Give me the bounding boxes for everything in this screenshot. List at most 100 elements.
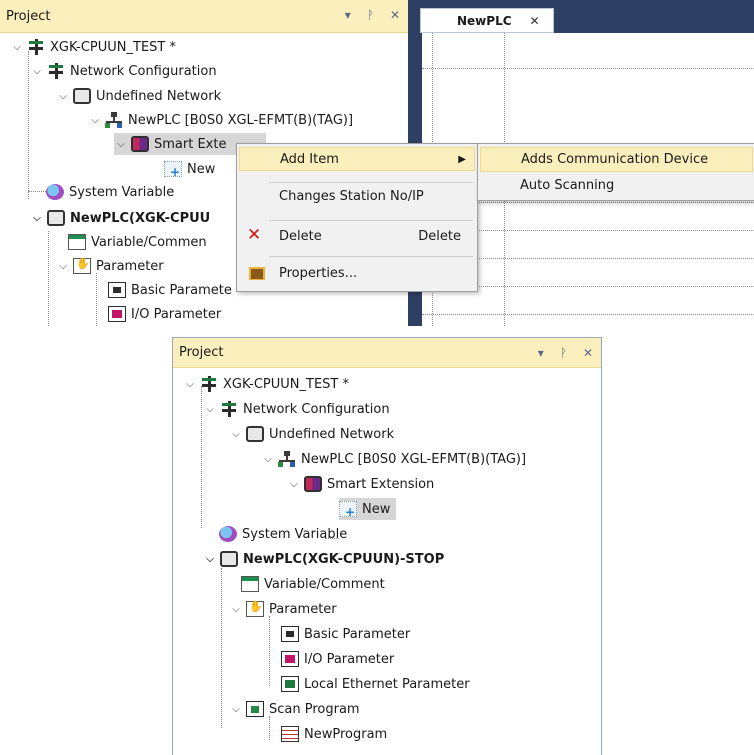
tree-item[interactable]: ⌵ NewPLC(XGK-CPUUN)-STOP xyxy=(203,548,444,570)
tree-item[interactable]: ⌵ XGK-CPUUN_TEST * xyxy=(183,373,349,395)
tree-item[interactable]: ⌵ Smart Extension xyxy=(287,473,434,495)
menu-item-auto-scanning[interactable]: Auto Scanning xyxy=(480,173,753,198)
panel-dropdown-icon[interactable]: ▾ xyxy=(538,346,544,360)
variable-icon xyxy=(241,576,259,592)
menu-item-add-item[interactable]: Add Item ▶ xyxy=(239,147,475,171)
tree-item[interactable]: Local Ethernet Parameter xyxy=(281,673,470,695)
tree-item[interactable]: ⌵ Undefined Network xyxy=(229,423,394,445)
chevron-down-icon[interactable]: ⌵ xyxy=(114,139,128,150)
tree-item-label: NewPLC [B0S0 XGL-EFMT(B)(TAG)] xyxy=(301,451,527,467)
tree-item[interactable]: ⌵ Network Configuration xyxy=(203,398,390,420)
tree-item[interactable]: ⌵ NewPLC [B0S0 XGL-EFMT(B)(TAG)] xyxy=(261,448,526,470)
network-icon xyxy=(47,63,65,79)
tree-item[interactable]: ⌵ Parameter xyxy=(56,255,164,277)
plc-icon xyxy=(47,210,65,226)
chevron-down-icon[interactable]: ⌵ xyxy=(203,404,217,415)
program-icon xyxy=(281,726,299,742)
panel-title: Project xyxy=(6,8,51,24)
new-item-icon xyxy=(164,161,182,179)
parameter-icon xyxy=(73,257,91,274)
menu-item-shortcut: Delete xyxy=(418,228,461,244)
chevron-down-icon[interactable]: ⌵ xyxy=(203,554,217,565)
close-icon[interactable]: ✕ xyxy=(583,346,593,360)
menu-item-label: Add Item xyxy=(280,151,339,167)
menu-item-change-station[interactable]: Changes Station No/IP xyxy=(239,184,475,208)
menu-item-label: Properties... xyxy=(279,265,358,281)
tree-icon xyxy=(105,112,123,128)
chevron-down-icon[interactable]: ⌵ xyxy=(56,261,70,272)
tree-item-selected[interactable]: New xyxy=(339,498,397,520)
tree-item[interactable]: ⌵ Undefined Network xyxy=(56,85,221,107)
tree-item-label: System Variable xyxy=(242,526,348,542)
panel-header: Project ▾ ᚹ ✕ xyxy=(0,0,408,33)
project-panel-bottom: Project ▾ ᚹ ✕ ⌵ XGK-CPUUN_TEST * ⌵ Netwo… xyxy=(172,337,602,755)
chevron-down-icon[interactable]: ⌵ xyxy=(261,454,275,465)
network-icon xyxy=(220,401,238,417)
menu-item-properties[interactable]: Properties... xyxy=(239,261,475,285)
submenu-add-item: Adds Communication Device Auto Scanning xyxy=(477,143,754,201)
tree-item-label: I/O Parameter xyxy=(131,306,222,322)
chevron-down-icon[interactable]: ⌵ xyxy=(229,429,243,440)
tree-item[interactable]: ⌵ Network Configuration xyxy=(30,60,217,82)
plc-module-icon xyxy=(304,476,322,492)
menu-item-delete[interactable]: ✕ Delete Delete xyxy=(239,224,475,248)
chevron-down-icon[interactable]: ⌵ xyxy=(183,379,197,390)
pin-icon[interactable]: ᚹ xyxy=(560,346,567,360)
network-icon xyxy=(27,39,45,55)
tree-item[interactable]: ⌵ Parameter xyxy=(229,598,337,620)
submenu-arrow-icon: ▶ xyxy=(458,153,466,165)
tree-item[interactable]: ⌵ Scan Program xyxy=(229,698,360,720)
context-menu: Add Item ▶ Changes Station No/IP ✕ Delet… xyxy=(236,143,478,292)
panel-dropdown-icon[interactable]: ▾ xyxy=(345,8,351,22)
tree-item-label: New xyxy=(187,161,216,177)
properties-icon xyxy=(248,265,266,281)
menu-item-label: Auto Scanning xyxy=(520,178,615,193)
tab-close-icon[interactable]: ✕ xyxy=(530,14,540,28)
panel-header: Project ▾ ᚹ ✕ xyxy=(173,338,601,368)
variable-icon xyxy=(68,234,86,250)
tree-item-label: XGK-CPUUN_TEST * xyxy=(50,39,176,55)
tree-item[interactable]: NewProgram xyxy=(281,723,387,745)
panel-title: Project xyxy=(179,345,224,360)
tree-item-label: XGK-CPUUN_TEST * xyxy=(223,376,349,392)
tree-item[interactable]: System Variable xyxy=(219,523,347,545)
pin-icon[interactable]: ᚹ xyxy=(367,8,374,22)
tree-item[interactable]: ⌵ NewPLC(XGK-CPUU xyxy=(30,207,210,229)
chevron-down-icon[interactable]: ⌵ xyxy=(30,66,44,77)
tree-item[interactable]: Variable/Comment xyxy=(241,573,385,595)
menu-item-adds-communication-device[interactable]: Adds Communication Device xyxy=(480,147,753,172)
delete-icon: ✕ xyxy=(247,225,262,245)
tree-item[interactable]: ⌵ NewPLC [B0S0 XGL-EFMT(B)(TAG)] xyxy=(88,109,353,131)
tree-item[interactable]: New xyxy=(164,158,215,180)
tree-item[interactable]: I/O Parameter xyxy=(281,648,394,670)
chevron-down-icon[interactable]: ⌵ xyxy=(56,91,70,102)
system-variable-icon xyxy=(46,184,64,200)
tree-item[interactable]: Basic Paramete xyxy=(108,279,232,301)
io-parameter-icon xyxy=(281,651,299,667)
chevron-down-icon[interactable]: ⌵ xyxy=(10,42,24,53)
chevron-down-icon[interactable]: ⌵ xyxy=(229,604,243,615)
chevron-down-icon[interactable]: ⌵ xyxy=(229,704,243,715)
basic-parameter-icon xyxy=(281,626,299,642)
menu-item-label: Delete xyxy=(279,228,322,244)
tree-item-label: I/O Parameter xyxy=(304,651,395,667)
tree-item-label: Undefined Network xyxy=(269,426,395,442)
close-icon[interactable]: ✕ xyxy=(390,8,400,22)
tab-newplc[interactable]: NewPLC ✕ xyxy=(420,8,554,33)
tree-item-label: Local Ethernet Parameter xyxy=(304,676,470,692)
tree-item[interactable]: Variable/Commen xyxy=(68,231,207,253)
tree-item-label: NewPLC(XGK-CPUUN)-STOP xyxy=(243,551,445,567)
scan-program-icon xyxy=(246,701,264,717)
chevron-down-icon[interactable]: ⌵ xyxy=(88,115,102,126)
menu-item-label: Adds Communication Device xyxy=(521,152,709,167)
tab-label: NewPLC xyxy=(457,13,512,28)
tree-item[interactable]: ⌵ XGK-CPUUN_TEST * xyxy=(10,36,176,58)
chevron-down-icon[interactable]: ⌵ xyxy=(30,213,44,224)
tree-item-label: Basic Paramete xyxy=(131,282,232,298)
tree-item-label: NewPLC(XGK-CPUU xyxy=(70,210,211,226)
tree-item[interactable]: System Variable xyxy=(46,181,174,203)
tree-item[interactable]: I/O Parameter xyxy=(108,303,221,325)
tree-item[interactable]: Basic Parameter xyxy=(281,623,410,645)
tree-item-label: Parameter xyxy=(96,258,164,274)
chevron-down-icon[interactable]: ⌵ xyxy=(287,479,301,490)
